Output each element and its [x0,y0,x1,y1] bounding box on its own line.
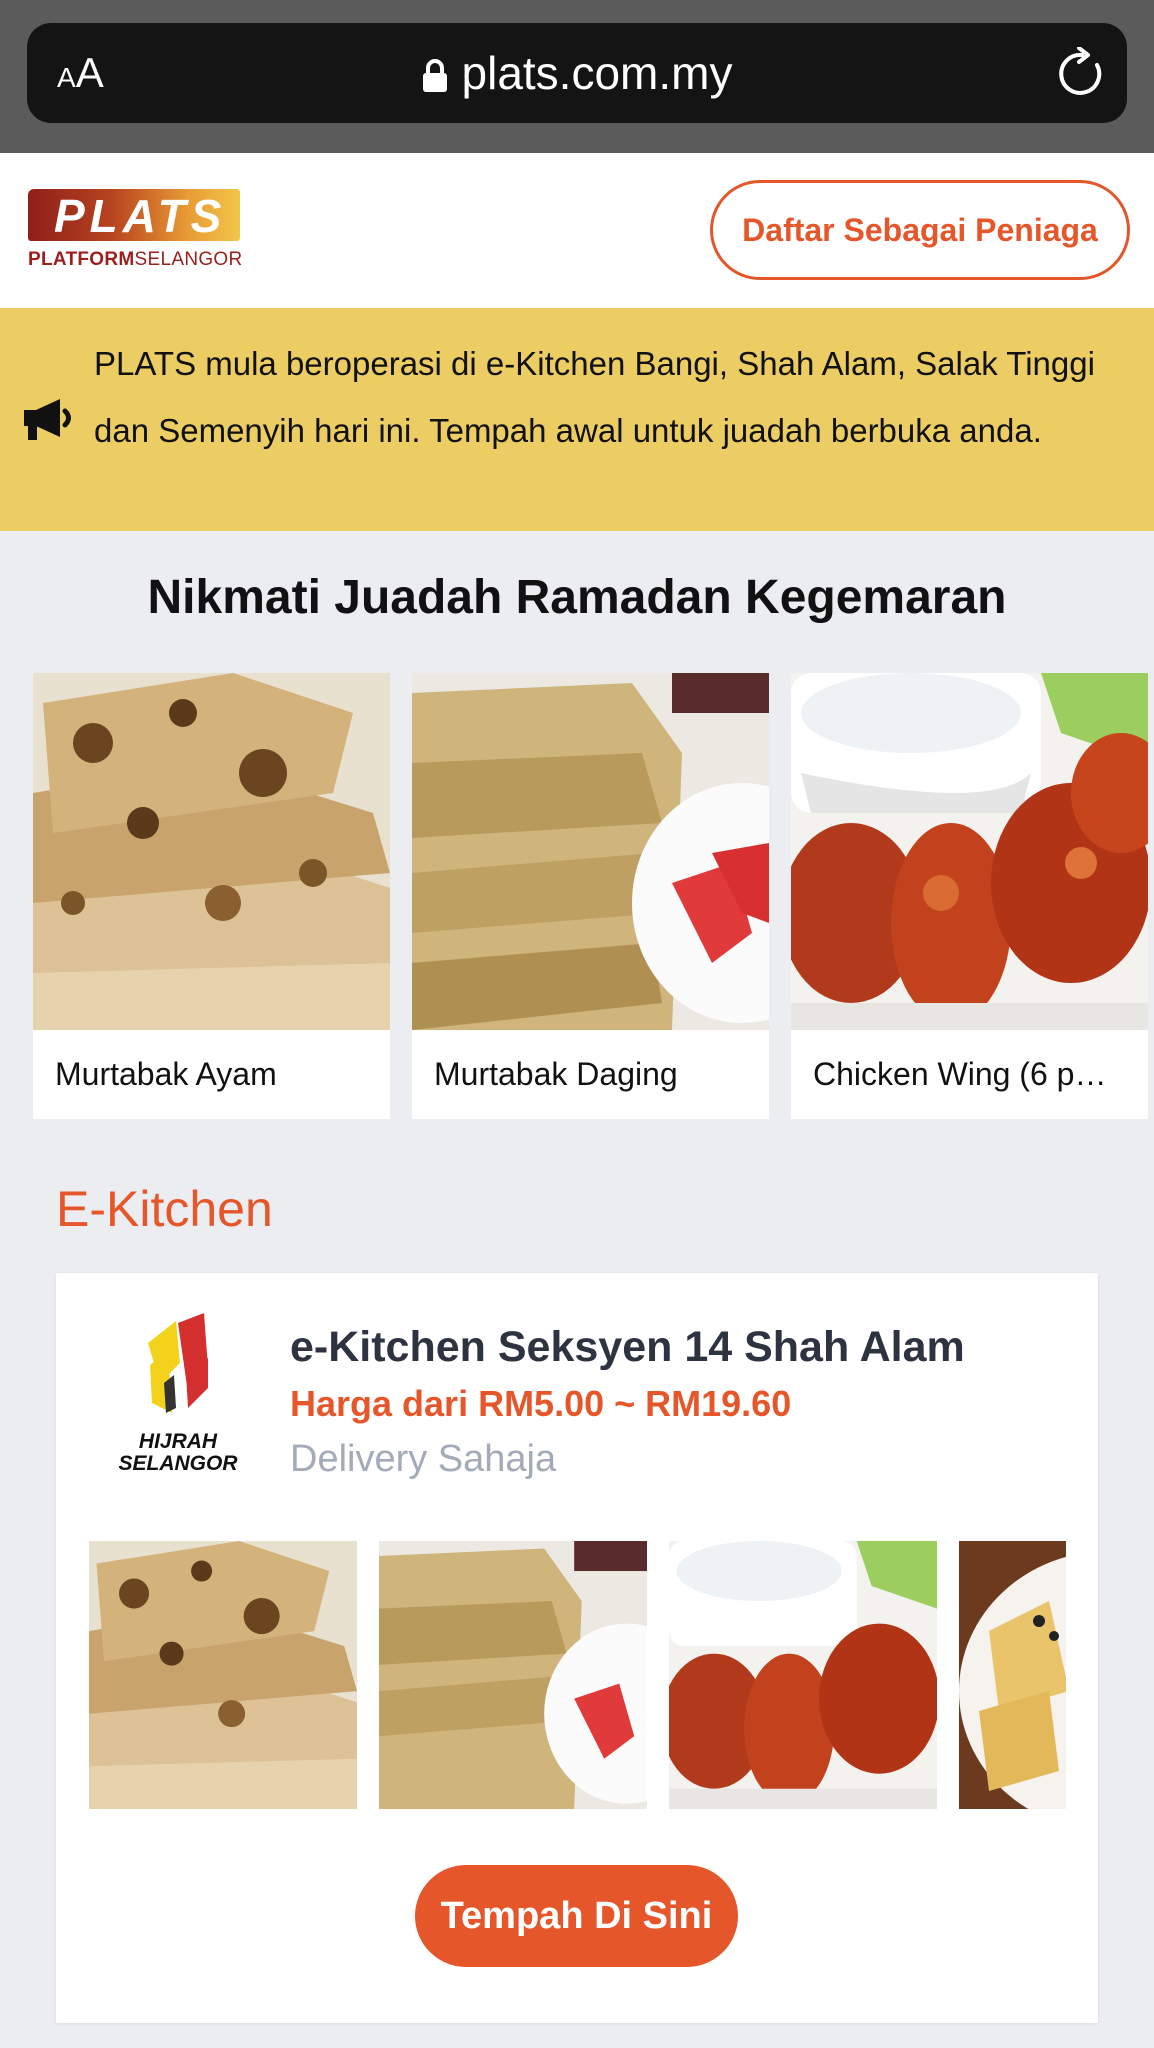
menu-thumbnail[interactable] [959,1541,1066,1809]
reload-icon[interactable] [1057,47,1107,99]
address-bar[interactable]: AA plats.com.my [27,23,1127,123]
favorites-title: Nikmati Juadah Ramadan Kegemaran [147,571,1007,624]
menu-thumbnail[interactable] [379,1541,647,1809]
ekitchen-section-title: E-Kitchen [56,1181,273,1237]
ekitchen-price-range: Harga dari RM5.00 ~ RM19.60 [290,1383,792,1424]
food-card[interactable]: Murtabak Ayam [33,673,390,1119]
plats-logo[interactable]: PLATS PLATFORMSELANGOR [28,189,242,275]
menu-thumbnail[interactable] [89,1541,357,1809]
register-seller-button[interactable]: Daftar Sebagai Peniaga [710,180,1130,280]
lock-icon [422,59,448,93]
announcement-banner: PLATS mula beroperasi di e-Kitchen Bangi… [0,308,1154,531]
chicken-wing-image [791,673,1148,1030]
order-here-button[interactable]: Tempah Di Sini [415,1865,738,1967]
logo-band: PLATS [28,189,240,241]
ekitchen-menu-thumbnails[interactable] [89,1541,1066,1809]
announcement-text: PLATS mula beroperasi di e-Kitchen Bangi… [94,345,1095,449]
murtabak-daging-image [412,673,769,1030]
murtabak-ayam-image [33,673,390,1030]
menu-thumbnail[interactable] [669,1541,937,1809]
hijrah-logo-text: HIJRAH SELANGOR [118,1430,238,1475]
ekitchen-delivery-note: Delivery Sahaja [290,1438,557,1480]
food-name: Murtabak Ayam [55,1056,277,1092]
ekitchen-card[interactable]: HIJRAH SELANGOR e-Kitchen Seksyen 14 Sha… [56,1273,1098,2023]
logo-subtitle: PLATFORMSELANGOR [28,249,243,270]
url-text: plats.com.my [461,47,733,99]
food-name: Chicken Wing (6 p… [813,1056,1107,1092]
hijrah-selangor-logo: HIJRAH SELANGOR [108,1313,248,1475]
food-card[interactable]: Chicken Wing (6 p… [791,673,1148,1119]
browser-chrome: AA plats.com.my [0,0,1154,153]
site-header: PLATS PLATFORMSELANGOR Daftar Sebagai Pe… [0,153,1154,308]
favorites-carousel[interactable]: Murtabak Ayam Murtabak Daging Chicken Wi… [33,673,1154,1119]
url-display[interactable]: plats.com.my [27,47,1127,99]
food-card[interactable]: Murtabak Daging [412,673,769,1119]
ekitchen-name[interactable]: e-Kitchen Seksyen 14 Shah Alam [290,1323,965,1372]
food-name: Murtabak Daging [434,1056,678,1092]
megaphone-icon [20,396,74,442]
